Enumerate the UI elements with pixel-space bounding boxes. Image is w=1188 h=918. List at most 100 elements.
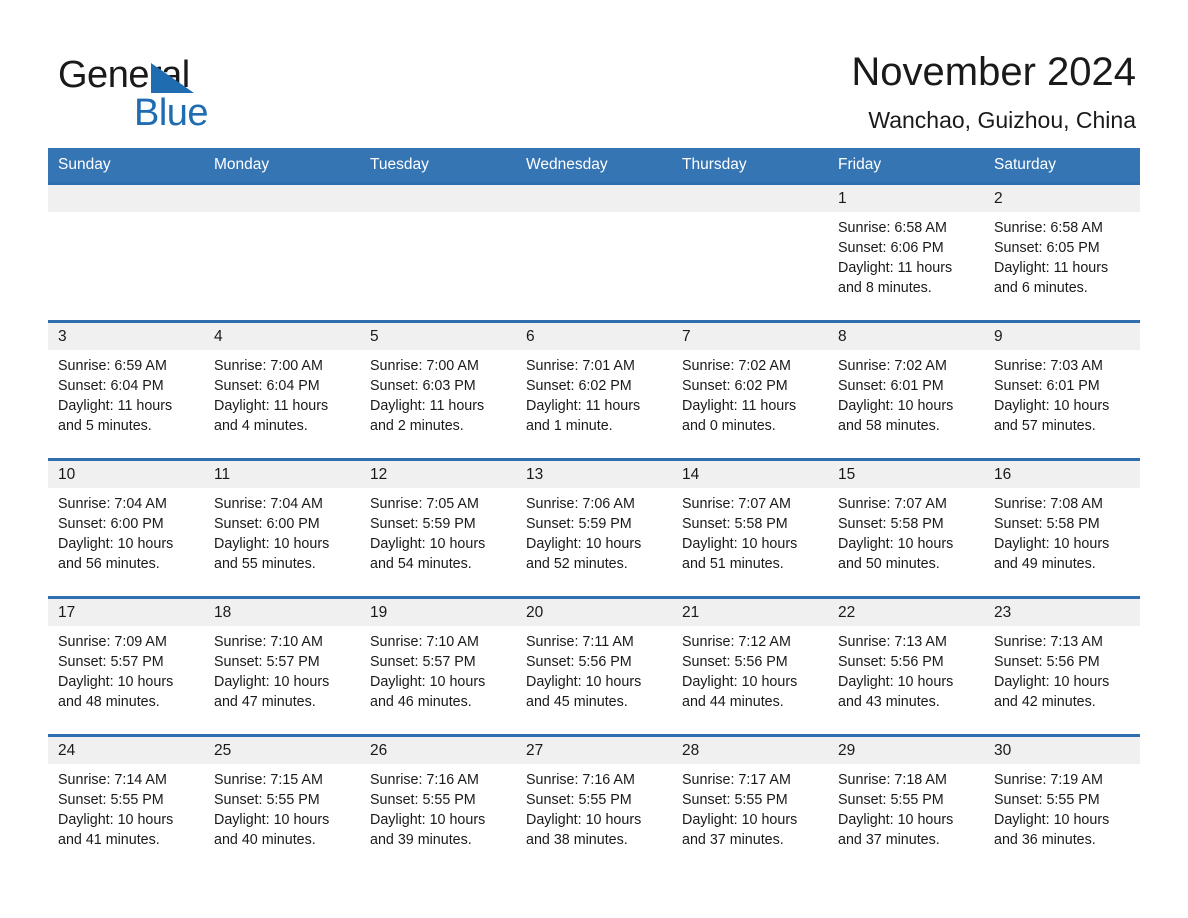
day-cell[interactable]: 5 Sunrise: 7:00 AM Sunset: 6:03 PM Dayli… xyxy=(360,323,516,440)
day-cell[interactable]: 20 Sunrise: 7:11 AM Sunset: 5:56 PM Dayl… xyxy=(516,599,672,716)
day-number: 7 xyxy=(672,323,828,351)
sunset-text: Sunset: 6:02 PM xyxy=(682,378,788,395)
daylight-text-line2: and 52 minutes. xyxy=(526,556,628,573)
day-cell[interactable]: 28 Sunrise: 7:17 AM Sunset: 5:55 PM Dayl… xyxy=(672,737,828,854)
day-cell[interactable]: 26 Sunrise: 7:16 AM Sunset: 5:55 PM Dayl… xyxy=(360,737,516,854)
day-cell[interactable]: 10 Sunrise: 7:04 AM Sunset: 6:00 PM Dayl… xyxy=(48,461,204,578)
day-details: Sunrise: 7:00 AM Sunset: 6:04 PM Dayligh… xyxy=(204,350,360,436)
daylight-text-line2: and 51 minutes. xyxy=(682,556,784,573)
weekday-saturday: Saturday xyxy=(994,156,1057,173)
day-number: 15 xyxy=(828,461,984,489)
day-number: 29 xyxy=(828,737,984,765)
sunset-text: Sunset: 5:56 PM xyxy=(838,654,944,671)
day-cell[interactable]: 1 Sunrise: 6:58 AM Sunset: 6:06 PM Dayli… xyxy=(828,185,984,302)
sunset-text: Sunset: 6:01 PM xyxy=(838,378,944,395)
sunrise-text: Sunrise: 7:04 AM xyxy=(58,496,167,513)
day-cell[interactable]: 17 Sunrise: 7:09 AM Sunset: 5:57 PM Dayl… xyxy=(48,599,204,716)
day-cell[interactable]: 13 Sunrise: 7:06 AM Sunset: 5:59 PM Dayl… xyxy=(516,461,672,578)
day-cell[interactable]: 27 Sunrise: 7:16 AM Sunset: 5:55 PM Dayl… xyxy=(516,737,672,854)
day-details: Sunrise: 7:08 AM Sunset: 5:58 PM Dayligh… xyxy=(984,488,1140,574)
day-details: Sunrise: 6:59 AM Sunset: 6:04 PM Dayligh… xyxy=(48,350,204,436)
day-number: 14 xyxy=(672,461,828,489)
day-details: Sunrise: 7:03 AM Sunset: 6:01 PM Dayligh… xyxy=(984,350,1140,436)
sunrise-text: Sunrise: 7:10 AM xyxy=(214,634,323,651)
daylight-text-line2: and 55 minutes. xyxy=(214,556,316,573)
day-cell[interactable] xyxy=(48,185,204,302)
sunrise-text: Sunrise: 6:58 AM xyxy=(838,220,947,237)
day-cell[interactable]: 2 Sunrise: 6:58 AM Sunset: 6:05 PM Dayli… xyxy=(984,185,1140,302)
day-details: Sunrise: 7:04 AM Sunset: 6:00 PM Dayligh… xyxy=(204,488,360,574)
daylight-text-line2: and 46 minutes. xyxy=(370,694,472,711)
day-number: 4 xyxy=(204,323,360,351)
daylight-text-line2: and 1 minute. xyxy=(526,418,613,435)
sunrise-text: Sunrise: 7:11 AM xyxy=(526,634,634,651)
day-cell[interactable]: 14 Sunrise: 7:07 AM Sunset: 5:58 PM Dayl… xyxy=(672,461,828,578)
day-details xyxy=(516,212,672,218)
day-cell[interactable] xyxy=(672,185,828,302)
day-number: 1 xyxy=(828,185,984,213)
title-block: November 2024 Wanchao, Guizhou, China xyxy=(851,48,1136,134)
day-cell[interactable]: 4 Sunrise: 7:00 AM Sunset: 6:04 PM Dayli… xyxy=(204,323,360,440)
day-details: Sunrise: 7:13 AM Sunset: 5:56 PM Dayligh… xyxy=(828,626,984,712)
sunrise-text: Sunrise: 7:01 AM xyxy=(526,358,635,375)
weekday-header-row: Sunday Monday Tuesday Wednesday Thursday… xyxy=(48,148,1140,183)
day-cell[interactable]: 6 Sunrise: 7:01 AM Sunset: 6:02 PM Dayli… xyxy=(516,323,672,440)
daylight-text-line1: Daylight: 11 hours xyxy=(370,398,485,415)
sunset-text: Sunset: 5:55 PM xyxy=(214,792,320,809)
sunset-text: Sunset: 5:57 PM xyxy=(370,654,476,671)
sunset-text: Sunset: 6:06 PM xyxy=(838,240,944,257)
day-number: 11 xyxy=(204,461,360,489)
day-details: Sunrise: 7:04 AM Sunset: 6:00 PM Dayligh… xyxy=(48,488,204,574)
day-cell[interactable]: 29 Sunrise: 7:18 AM Sunset: 5:55 PM Dayl… xyxy=(828,737,984,854)
daylight-text-line1: Daylight: 10 hours xyxy=(526,674,642,691)
sunset-text: Sunset: 6:04 PM xyxy=(214,378,320,395)
daylight-text-line1: Daylight: 10 hours xyxy=(838,398,954,415)
sunrise-text: Sunrise: 7:14 AM xyxy=(58,772,167,789)
day-cell[interactable]: 19 Sunrise: 7:10 AM Sunset: 5:57 PM Dayl… xyxy=(360,599,516,716)
day-cell[interactable] xyxy=(516,185,672,302)
sunset-text: Sunset: 5:58 PM xyxy=(838,516,944,533)
day-cell[interactable]: 30 Sunrise: 7:19 AM Sunset: 5:55 PM Dayl… xyxy=(984,737,1140,854)
day-number: 12 xyxy=(360,461,516,489)
day-cell[interactable]: 25 Sunrise: 7:15 AM Sunset: 5:55 PM Dayl… xyxy=(204,737,360,854)
day-cell[interactable] xyxy=(204,185,360,302)
daylight-text-line2: and 50 minutes. xyxy=(838,556,940,573)
day-cell[interactable]: 24 Sunrise: 7:14 AM Sunset: 5:55 PM Dayl… xyxy=(48,737,204,854)
day-cell[interactable]: 7 Sunrise: 7:02 AM Sunset: 6:02 PM Dayli… xyxy=(672,323,828,440)
week-spacer xyxy=(48,577,1140,597)
day-cell[interactable]: 11 Sunrise: 7:04 AM Sunset: 6:00 PM Dayl… xyxy=(204,461,360,578)
sunset-text: Sunset: 5:56 PM xyxy=(526,654,632,671)
day-cell[interactable] xyxy=(360,185,516,302)
day-cell[interactable]: 12 Sunrise: 7:05 AM Sunset: 5:59 PM Dayl… xyxy=(360,461,516,578)
day-cell[interactable]: 21 Sunrise: 7:12 AM Sunset: 5:56 PM Dayl… xyxy=(672,599,828,716)
daylight-text-line1: Daylight: 10 hours xyxy=(994,536,1110,553)
day-cell[interactable]: 22 Sunrise: 7:13 AM Sunset: 5:56 PM Dayl… xyxy=(828,599,984,716)
day-cell[interactable]: 15 Sunrise: 7:07 AM Sunset: 5:58 PM Dayl… xyxy=(828,461,984,578)
day-cell[interactable]: 23 Sunrise: 7:13 AM Sunset: 5:56 PM Dayl… xyxy=(984,599,1140,716)
day-details: Sunrise: 7:14 AM Sunset: 5:55 PM Dayligh… xyxy=(48,764,204,850)
day-cell[interactable]: 16 Sunrise: 7:08 AM Sunset: 5:58 PM Dayl… xyxy=(984,461,1140,578)
sunset-text: Sunset: 5:55 PM xyxy=(838,792,944,809)
daylight-text-line1: Daylight: 10 hours xyxy=(838,674,954,691)
daylight-text-line2: and 4 minutes. xyxy=(214,418,308,435)
daylight-text-line2: and 8 minutes. xyxy=(838,280,932,297)
sunrise-text: Sunrise: 7:04 AM xyxy=(214,496,323,513)
sunset-text: Sunset: 6:00 PM xyxy=(58,516,164,533)
day-cell[interactable]: 3 Sunrise: 6:59 AM Sunset: 6:04 PM Dayli… xyxy=(48,323,204,440)
day-number: 20 xyxy=(516,599,672,627)
day-details: Sunrise: 7:07 AM Sunset: 5:58 PM Dayligh… xyxy=(672,488,828,574)
day-cell[interactable]: 9 Sunrise: 7:03 AM Sunset: 6:01 PM Dayli… xyxy=(984,323,1140,440)
week-row: 10 Sunrise: 7:04 AM Sunset: 6:00 PM Dayl… xyxy=(48,458,1140,578)
day-number: 5 xyxy=(360,323,516,351)
sunrise-text: Sunrise: 7:07 AM xyxy=(682,496,791,513)
day-cell[interactable]: 8 Sunrise: 7:02 AM Sunset: 6:01 PM Dayli… xyxy=(828,323,984,440)
daylight-text-line1: Daylight: 10 hours xyxy=(214,674,330,691)
daylight-text-line1: Daylight: 11 hours xyxy=(682,398,797,415)
sunrise-text: Sunrise: 7:15 AM xyxy=(214,772,323,789)
page-title: November 2024 xyxy=(851,50,1136,94)
week-row: 24 Sunrise: 7:14 AM Sunset: 5:55 PM Dayl… xyxy=(48,734,1140,854)
week-row: 1 Sunrise: 6:58 AM Sunset: 6:06 PM Dayli… xyxy=(48,182,1140,302)
sunrise-text: Sunrise: 7:00 AM xyxy=(214,358,323,375)
sunrise-text: Sunrise: 7:16 AM xyxy=(526,772,635,789)
day-cell[interactable]: 18 Sunrise: 7:10 AM Sunset: 5:57 PM Dayl… xyxy=(204,599,360,716)
